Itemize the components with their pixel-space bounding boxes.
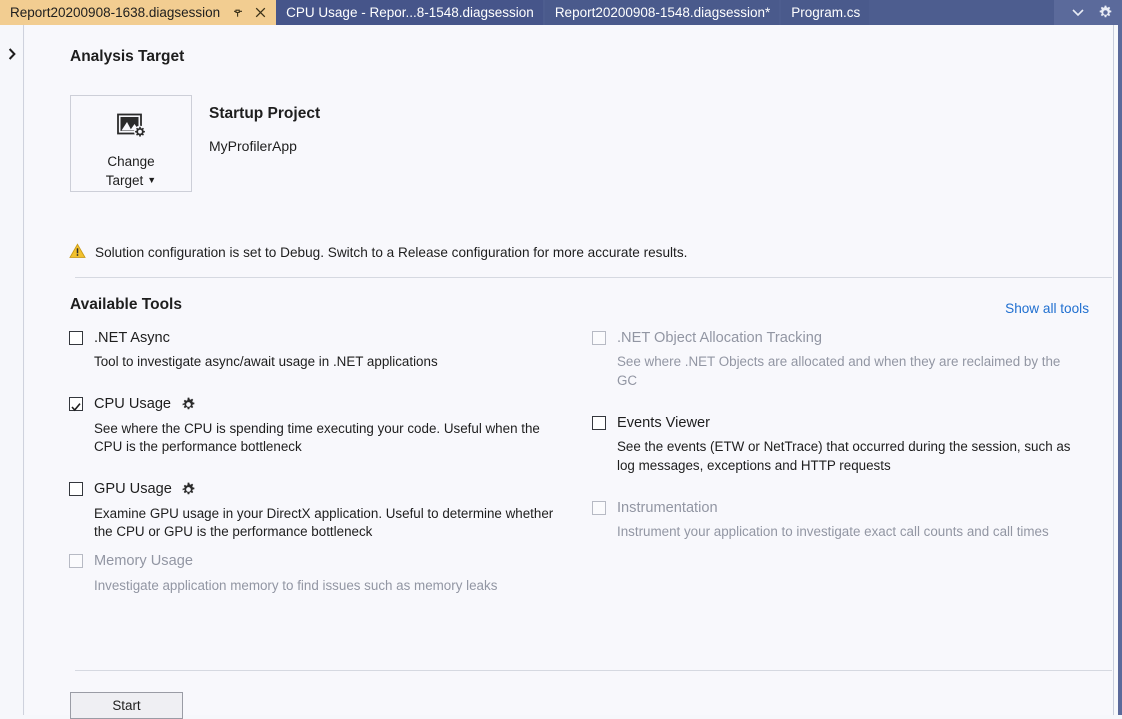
tool-name: GPU Usage xyxy=(94,481,172,497)
tab-cpu-usage-report[interactable]: CPU Usage - Repor...8-1548.diagsession xyxy=(276,0,543,25)
tab-label: Program.cs xyxy=(791,0,860,25)
pin-icon[interactable] xyxy=(232,6,246,20)
chevron-down-icon[interactable] xyxy=(1072,8,1084,17)
right-scroll-edge xyxy=(1113,25,1122,715)
tool-description: Instrument your application to investiga… xyxy=(617,523,1079,542)
tab-strip-controls xyxy=(1054,0,1122,25)
change-target-button[interactable]: Change Target▼ xyxy=(70,95,192,192)
close-icon[interactable] xyxy=(253,6,267,20)
checkbox-dotnet-object-allocation-tracking xyxy=(592,331,606,345)
warning-text: Solution configuration is set to Debug. … xyxy=(95,245,687,260)
checkbox-events-viewer[interactable] xyxy=(592,416,606,430)
document-tab-strip: Report20200908-1638.diagsession CPU Usag… xyxy=(0,0,1122,25)
profiler-launch-page: Analysis Target xyxy=(25,25,1113,715)
tool-name: Instrumentation xyxy=(617,500,718,516)
tool-dotnet-object-allocation-tracking: .NET Object Allocation Tracking See wher… xyxy=(592,327,1089,390)
tab-report-1638[interactable]: Report20200908-1638.diagsession xyxy=(0,0,276,25)
left-rail xyxy=(0,25,24,715)
checkbox-instrumentation xyxy=(592,501,606,515)
analysis-target-heading: Analysis Target xyxy=(70,48,184,66)
analysis-target-info: Startup Project MyProfilerApp xyxy=(209,95,320,154)
checkbox-memory-usage xyxy=(69,554,83,568)
tool-description: Tool to investigate async/await usage in… xyxy=(94,353,556,372)
tab-label: CPU Usage - Repor...8-1548.diagsession xyxy=(286,0,534,25)
tool-header: CPU Usage xyxy=(69,394,566,415)
tab-actions xyxy=(232,6,267,20)
target-kind-label: Startup Project xyxy=(209,105,320,123)
tool-description: Investigate application memory to find i… xyxy=(94,577,556,596)
tools-column-right: .NET Object Allocation Tracking See wher… xyxy=(592,327,1089,611)
tool-description: See the events (ETW or NetTrace) that oc… xyxy=(617,438,1079,475)
checkbox-cpu-usage[interactable] xyxy=(69,397,83,411)
tool-instrumentation: Instrumentation Instrument your applicat… xyxy=(592,497,1089,542)
section-divider-top xyxy=(75,277,1112,278)
tool-header: Instrumentation xyxy=(592,497,1089,518)
tool-header: Events Viewer xyxy=(592,412,1089,433)
show-all-tools-link[interactable]: Show all tools xyxy=(1005,301,1089,316)
available-tools-grid: .NET Async Tool to investigate async/awa… xyxy=(69,327,1089,611)
section-divider-bottom xyxy=(75,670,1112,671)
change-target-line1: Change xyxy=(107,154,154,169)
gear-icon[interactable] xyxy=(1098,5,1113,20)
tool-description: See where .NET Objects are allocated and… xyxy=(617,353,1079,390)
tool-description: See where the CPU is spending time execu… xyxy=(94,420,556,457)
tool-memory-usage: Memory Usage Investigate application mem… xyxy=(69,551,566,596)
tab-label: Report20200908-1548.diagsession* xyxy=(555,0,770,25)
available-tools-heading: Available Tools xyxy=(70,296,182,314)
tab-program-cs[interactable]: Program.cs xyxy=(781,0,869,25)
change-target-line2: Target xyxy=(106,173,144,188)
tool-header: .NET Async xyxy=(69,327,566,348)
tool-gpu-usage: GPU Usage Examine GPU usage in your Dire… xyxy=(69,479,566,542)
checkbox-dotnet-async[interactable] xyxy=(69,331,83,345)
gear-icon-gpu-usage[interactable] xyxy=(181,481,197,497)
tool-name: .NET Async xyxy=(94,330,170,346)
gear-icon-cpu-usage[interactable] xyxy=(180,396,196,412)
tool-description: Examine GPU usage in your DirectX applic… xyxy=(94,505,556,542)
tool-name: Memory Usage xyxy=(94,553,193,569)
tool-name: CPU Usage xyxy=(94,396,171,412)
chevron-down-icon[interactable]: ▼ xyxy=(147,175,156,185)
tool-cpu-usage: CPU Usage See where the CPU is spending … xyxy=(69,394,566,457)
change-target-button-label: Change Target▼ xyxy=(106,152,156,192)
tab-label: Report20200908-1638.diagsession xyxy=(10,0,220,25)
tool-name: .NET Object Allocation Tracking xyxy=(617,330,822,346)
warning-triangle-icon xyxy=(69,243,86,262)
checkbox-gpu-usage[interactable] xyxy=(69,482,83,496)
tool-dotnet-async: .NET Async Tool to investigate async/awa… xyxy=(69,327,566,372)
image-settings-icon xyxy=(116,113,146,144)
target-project-name: MyProfilerApp xyxy=(209,138,320,154)
tab-report-1548[interactable]: Report20200908-1548.diagsession* xyxy=(545,0,779,25)
solution-configuration-warning: Solution configuration is set to Debug. … xyxy=(69,243,687,262)
checkmark-icon xyxy=(71,399,81,409)
tool-events-viewer: Events Viewer See the events (ETW or Net… xyxy=(592,412,1089,475)
document-shell: Analysis Target xyxy=(0,25,1122,715)
tool-header: GPU Usage xyxy=(69,479,566,500)
tools-column-left: .NET Async Tool to investigate async/awa… xyxy=(69,327,566,611)
tool-header: Memory Usage xyxy=(69,551,566,572)
tool-name: Events Viewer xyxy=(617,415,710,431)
tool-header: .NET Object Allocation Tracking xyxy=(592,327,1089,348)
analysis-target-row: Change Target▼ Startup Project MyProfile… xyxy=(70,95,320,192)
chevron-right-icon[interactable] xyxy=(5,46,19,62)
